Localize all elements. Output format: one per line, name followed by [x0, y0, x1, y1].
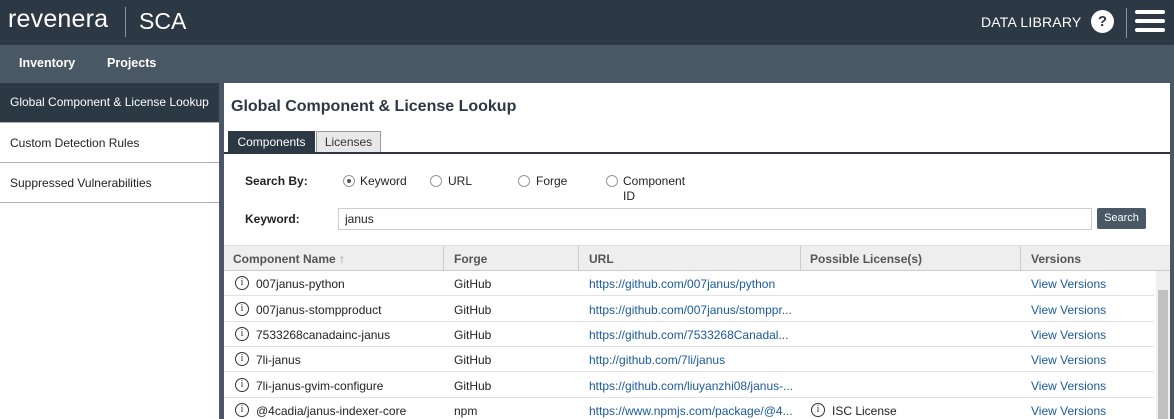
- sidebar: Global Component & License Lookup Custom…: [0, 83, 219, 419]
- right-edge-border: [1170, 83, 1174, 419]
- page-title: Global Component & License Lookup: [231, 98, 517, 115]
- sort-asc-icon: ↑: [339, 252, 346, 266]
- sidebar-item-custom-detection-rules[interactable]: Custom Detection Rules: [0, 123, 219, 163]
- search-by-label: Search By:: [245, 174, 308, 188]
- column-header-versions[interactable]: Versions: [1031, 252, 1081, 266]
- tab-components[interactable]: Components: [228, 131, 315, 153]
- view-versions-link[interactable]: View Versions: [1031, 404, 1106, 418]
- forge: GitHub: [454, 353, 492, 367]
- radio-component-id[interactable]: [606, 175, 618, 187]
- view-versions-link[interactable]: View Versions: [1031, 277, 1106, 291]
- view-versions-link[interactable]: View Versions: [1031, 353, 1106, 367]
- forge: GitHub: [454, 379, 492, 393]
- column-divider: [800, 246, 801, 271]
- menu-divider: [1126, 8, 1127, 38]
- license-info-icon[interactable]: i: [811, 403, 825, 417]
- table-row: i 7li-janus GitHub http://github.com/7li…: [224, 347, 1154, 372]
- table-row: i 007janus-python GitHub https://github.…: [224, 271, 1154, 296]
- column-header-possible-licenses[interactable]: Possible License(s): [810, 252, 922, 266]
- component-name: 7li-janus: [256, 353, 301, 367]
- table-row: i 007janus-stompproduct GitHub https://g…: [224, 297, 1154, 322]
- data-library-label[interactable]: DATA LIBRARY: [981, 14, 1081, 30]
- info-icon[interactable]: i: [235, 403, 249, 417]
- nav-bar: Inventory Projects: [0, 45, 1174, 83]
- component-name: 007janus-python: [256, 277, 345, 291]
- tab-licenses[interactable]: Licenses: [316, 131, 381, 153]
- view-versions-link[interactable]: View Versions: [1031, 303, 1106, 317]
- keyword-label: Keyword:: [245, 212, 300, 226]
- help-icon[interactable]: ?: [1091, 10, 1114, 33]
- radio-component-id-label-line2: ID: [623, 189, 635, 203]
- table-row: i @4cadia/janus-indexer-core npm https:/…: [224, 398, 1154, 419]
- radio-url-label: URL: [448, 174, 473, 188]
- sidebar-item-global-lookup[interactable]: Global Component & License Lookup: [0, 83, 219, 123]
- radio-url[interactable]: [430, 175, 442, 187]
- info-icon[interactable]: i: [235, 327, 249, 341]
- column-divider: [1020, 246, 1021, 271]
- info-icon[interactable]: i: [235, 378, 249, 392]
- view-versions-link[interactable]: View Versions: [1031, 379, 1106, 393]
- table-header: Component Name ↑ Forge URL Possible Lice…: [224, 245, 1170, 271]
- url-link[interactable]: https://github.com/007janus/stomppr...: [589, 303, 794, 317]
- url-link[interactable]: https://github.com/7533268Canadal...: [589, 328, 794, 342]
- table-row: i 7533268canadainc-janus GitHub https://…: [224, 322, 1154, 347]
- component-name: 7li-janus-gvim-configure: [256, 379, 384, 393]
- view-versions-link[interactable]: View Versions: [1031, 328, 1106, 342]
- component-name: 7533268canadainc-janus: [256, 328, 391, 342]
- url-link[interactable]: https://github.com/liuyanzhi08/janus-...: [589, 379, 794, 393]
- table-row: i 7li-janus-gvim-configure GitHub https:…: [224, 373, 1154, 398]
- url-link[interactable]: https://github.com/007janus/python: [589, 277, 794, 291]
- tab-underline: [224, 152, 1170, 154]
- component-name: @4cadia/janus-indexer-core: [256, 404, 407, 418]
- info-icon[interactable]: i: [235, 276, 249, 290]
- hamburger-menu-icon[interactable]: [1135, 10, 1165, 34]
- scrollbar-thumb[interactable]: [1158, 290, 1168, 419]
- sidebar-item-suppressed-vulnerabilities[interactable]: Suppressed Vulnerabilities: [0, 163, 219, 203]
- radio-keyword-label: Keyword: [360, 174, 407, 188]
- radio-forge[interactable]: [518, 175, 530, 187]
- forge: GitHub: [454, 328, 492, 342]
- forge: GitHub: [454, 277, 492, 291]
- component-name: 007janus-stompproduct: [256, 303, 382, 317]
- top-header: revenera SCA DATA LIBRARY ?: [0, 0, 1174, 45]
- column-divider: [443, 246, 444, 271]
- logo-divider: [125, 7, 126, 37]
- nav-item-projects[interactable]: Projects: [107, 56, 156, 70]
- radio-forge-label: Forge: [536, 174, 568, 188]
- column-divider: [578, 246, 579, 271]
- info-icon[interactable]: i: [235, 302, 249, 316]
- radio-keyword[interactable]: [343, 175, 355, 187]
- url-link[interactable]: http://github.com/7li/janus: [589, 353, 794, 367]
- info-icon[interactable]: i: [235, 352, 249, 366]
- keyword-input[interactable]: [338, 208, 1092, 230]
- column-header-url[interactable]: URL: [589, 252, 614, 266]
- radio-component-id-label: Component: [623, 174, 686, 188]
- column-header-component-name[interactable]: Component Name ↑: [233, 252, 345, 266]
- url-link[interactable]: https://www.npmjs.com/package/@4...: [589, 404, 794, 418]
- product-name: SCA: [139, 8, 187, 34]
- search-button[interactable]: Search: [1097, 208, 1146, 229]
- revenera-logo[interactable]: revenera: [8, 5, 108, 34]
- column-header-forge[interactable]: Forge: [454, 252, 487, 266]
- license-name: ISC License: [832, 404, 897, 418]
- forge: GitHub: [454, 303, 492, 317]
- nav-item-inventory[interactable]: Inventory: [19, 56, 75, 70]
- forge: npm: [454, 404, 478, 418]
